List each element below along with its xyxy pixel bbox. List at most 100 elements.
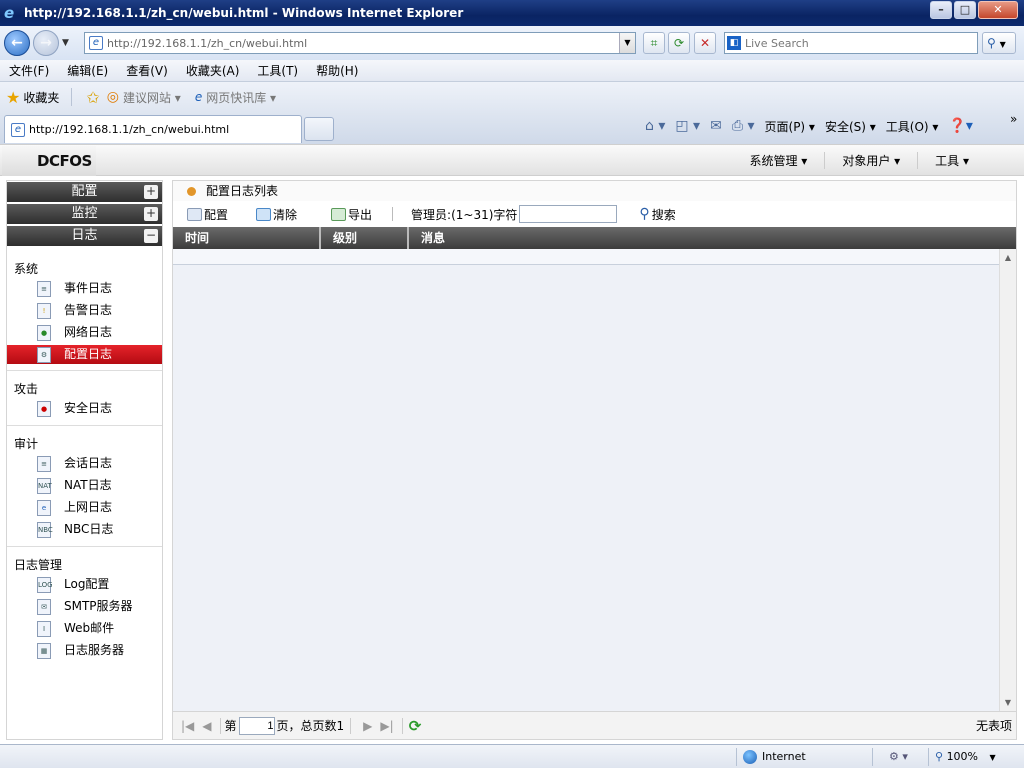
globe-icon (743, 750, 757, 764)
nat-log-icon: NAT (37, 478, 52, 494)
config-button[interactable]: 配置 (187, 206, 228, 223)
next-page-icon[interactable]: ▶ (363, 719, 372, 733)
magnifier-icon: ⚲ (639, 206, 650, 222)
accordion-monitor[interactable]: 监控 + (7, 204, 162, 224)
close-window-button[interactable]: ✕ (978, 1, 1018, 19)
sidebar-item-web-mail[interactable]: I Web邮件 (7, 619, 162, 638)
search-button[interactable]: ⚲ ▼ (982, 32, 1016, 54)
new-tab-button[interactable] (304, 117, 334, 141)
back-button[interactable]: ← (4, 30, 30, 56)
tab-current[interactable]: e http://192.168.1.1/zh_cn/webui.html (4, 115, 302, 143)
compatibility-view-icon[interactable]: ⌗ (643, 32, 665, 54)
column-message[interactable]: 消息 (409, 227, 998, 249)
maximize-button[interactable]: □ (954, 1, 976, 19)
sidebar-item-session-log[interactable]: ≡ 会话日志 (7, 454, 162, 473)
favorites-star-icon: ★ (6, 87, 21, 107)
last-page-icon[interactable]: ▶| (380, 719, 393, 733)
sidebar-item-log-server[interactable]: ▦ 日志服务器 (7, 641, 162, 660)
address-bar[interactable]: e http://192.168.1.1/zh_cn/webui.html ▼ (84, 32, 636, 54)
webslice-gallery-link[interactable]: 网页快讯库 ▾ (206, 89, 276, 106)
scroll-down-icon[interactable]: ▼ (1000, 698, 1016, 707)
export-button[interactable]: 导出 (331, 206, 372, 223)
help-icon[interactable]: ❓▾ (948, 118, 972, 134)
sidebar-item-nat-log[interactable]: NAT NAT日志 (7, 476, 162, 495)
app-top-menu: 系统管理 ▾ 对象用户 ▾ 工具 ▾ (732, 145, 986, 175)
search-placeholder: Live Search (745, 36, 809, 50)
app-header: DCFOS 系统管理 ▾ 对象用户 ▾ 工具 ▾ (0, 144, 1024, 176)
window-titlebar: e http://192.168.1.1/zh_cn/webui.html - … (0, 0, 1024, 26)
security-zone[interactable]: Internet (736, 748, 872, 766)
forward-button[interactable]: → (33, 30, 59, 56)
menu-bar: 文件(F) 编辑(E) 查看(V) 收藏夹(A) 工具(T) 帮助(H) (0, 60, 1024, 82)
scroll-up-icon[interactable]: ▲ (1000, 253, 1016, 262)
url-path: /zh_cn/webui.html (207, 36, 308, 50)
log-server-icon: ▦ (37, 643, 51, 659)
command-bar: ⌂ ▾ ◰ ▾ ✉ ⎙ ▾ 页面(P) ▾ 安全(S) ▾ 工具(O) ▾ ❓▾ (640, 112, 978, 140)
accordion-log[interactable]: 日志 − (7, 226, 162, 246)
protected-mode-icon[interactable]: ⚙ ▾ (872, 748, 928, 766)
menu-file[interactable]: 文件(F) (0, 62, 58, 79)
sidebar-item-security-log[interactable]: ● 安全日志 (7, 399, 162, 418)
page-menu[interactable]: 页面(P) ▾ (765, 118, 815, 135)
vertical-scrollbar[interactable]: ▲ ▼ (999, 249, 1016, 711)
zoom-control[interactable]: ⚲ 100% ▼ (928, 748, 1018, 766)
zoom-icon: ⚲ (935, 750, 944, 763)
suggested-sites-link[interactable]: 建议网站 ▾ (123, 89, 181, 106)
chevron-more-icon[interactable]: » (1010, 112, 1017, 126)
page-number-input[interactable] (238, 716, 275, 735)
prev-page-icon[interactable]: ◀ (202, 719, 211, 733)
favorites-button[interactable]: 收藏夹 (23, 89, 59, 106)
sidebar-item-smtp-server[interactable]: ✉ SMTP服务器 (7, 597, 162, 616)
search-filter-button[interactable]: ⚲ 搜索 (639, 206, 675, 223)
column-level[interactable]: 级别 (321, 227, 409, 249)
refresh-table-icon[interactable]: ⟳ (409, 717, 422, 735)
column-time[interactable]: 时间 (173, 227, 321, 249)
sidebar-item-log-config[interactable]: LOG Log配置 (7, 575, 162, 594)
tools-app-menu[interactable]: 工具 ▾ (917, 151, 986, 169)
object-user-menu[interactable]: 对象用户 ▾ (824, 151, 917, 169)
sidebar-item-label: Log配置 (64, 577, 110, 591)
sidebar-item-config-log[interactable]: ⚙ 配置日志 (7, 345, 162, 364)
zone-label: Internet (762, 750, 806, 763)
address-dropdown[interactable]: ▼ (619, 33, 635, 53)
clear-button[interactable]: 清除 (256, 206, 297, 223)
tab-page-icon: e (11, 122, 25, 137)
print-icon[interactable]: ⎙ ▾ (732, 118, 755, 134)
sidebar-item-internet-log[interactable]: e 上网日志 (7, 498, 162, 517)
first-page-icon[interactable]: |◀ (181, 719, 194, 733)
address-toolbar: ← → ▼ e http://192.168.1.1/zh_cn/webui.h… (0, 26, 1024, 60)
sidebar-item-network-log[interactable]: ● 网络日志 (7, 323, 162, 342)
menu-favorites[interactable]: 收藏夹(A) (177, 62, 249, 79)
group-audit: 审计 (14, 437, 39, 451)
sidebar-item-label: 配置日志 (64, 347, 113, 361)
alarm-log-icon: ! (37, 303, 51, 319)
menu-view[interactable]: 查看(V) (117, 62, 177, 79)
webslice-icon: e (194, 90, 203, 104)
accordion-monitor-label: 监控 (71, 206, 98, 221)
url-prefix: http://192.168.1.1 (107, 36, 208, 50)
mail-icon[interactable]: ✉ (710, 118, 722, 134)
accordion-config[interactable]: 配置 + (7, 182, 162, 202)
recent-pages-dropdown[interactable]: ▼ (62, 38, 69, 48)
sidebar-item-alarm-log[interactable]: ! 告警日志 (7, 301, 162, 320)
admin-filter-input[interactable] (519, 205, 618, 223)
menu-tools[interactable]: 工具(T) (248, 62, 307, 79)
sidebar-item-nbc-log[interactable]: NBC NBC日志 (7, 520, 162, 539)
system-admin-menu[interactable]: 系统管理 ▾ (732, 152, 824, 169)
minimize-button[interactable]: – (930, 1, 952, 19)
add-favorite-icon[interactable]: ✩ (86, 88, 99, 107)
safety-menu[interactable]: 安全(S) ▾ (825, 118, 876, 135)
feeds-icon[interactable]: ◰ ▾ (675, 118, 700, 134)
menu-edit[interactable]: 编辑(E) (58, 62, 117, 79)
divider (7, 546, 162, 547)
tools-menu[interactable]: 工具(O) ▾ (886, 118, 939, 135)
search-input[interactable]: ◧ Live Search (724, 32, 978, 54)
stop-icon[interactable]: ✕ (694, 32, 716, 54)
home-icon[interactable]: ⌂ ▾ (645, 118, 665, 134)
config-button-label: 配置 (204, 207, 229, 222)
sidebar-item-label: 上网日志 (64, 500, 113, 514)
event-log-icon: ≡ (37, 281, 51, 297)
sidebar-item-event-log[interactable]: ≡ 事件日志 (7, 279, 162, 298)
menu-help[interactable]: 帮助(H) (307, 62, 367, 79)
refresh-icon[interactable]: ⟳ (668, 32, 690, 54)
